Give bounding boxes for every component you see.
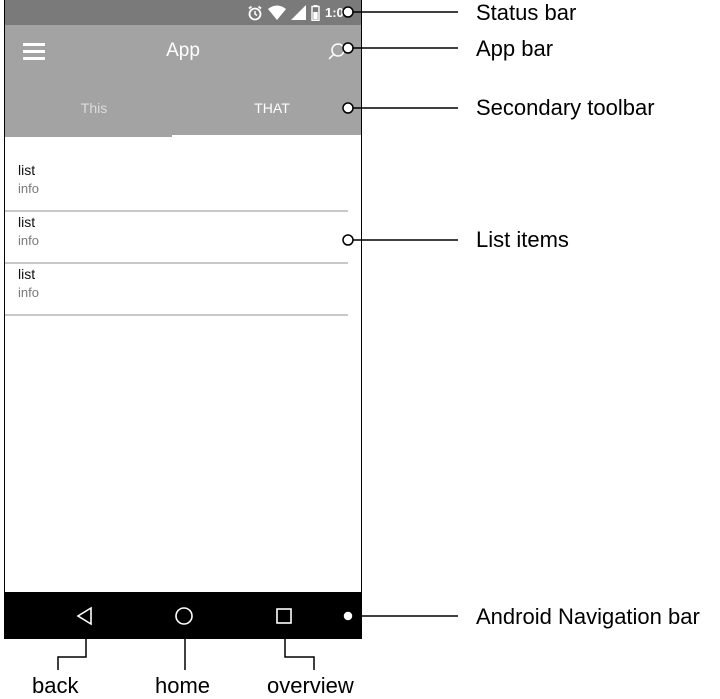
label-overview: overview	[267, 673, 354, 698]
callout-list-items: List items	[476, 227, 569, 252]
label-back: back	[32, 673, 79, 698]
label-home: home	[155, 673, 211, 698]
callout-status-bar: Status bar	[476, 0, 577, 25]
callout-secondary-toolbar: Secondary toolbar	[476, 95, 655, 120]
callout-nav-bar: Android Navigation bar	[476, 604, 700, 629]
callout-app-bar: App bar	[476, 36, 554, 61]
